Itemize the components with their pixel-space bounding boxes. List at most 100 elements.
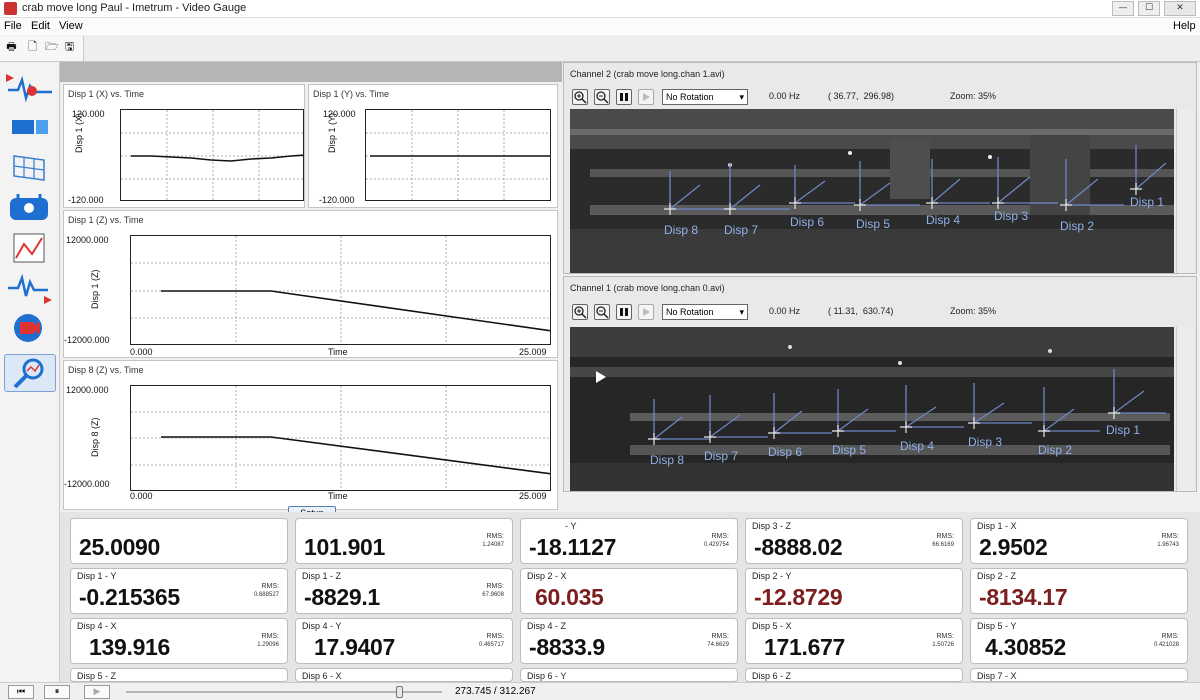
search-analyse-icon[interactable]: [4, 354, 56, 392]
cursor-coords: ( 11.31, 630.74): [828, 306, 894, 316]
readout-value: 4.30852: [985, 634, 1067, 660]
readout-box[interactable]: Disp 5 - X 171.677 RMS: 1.50726: [745, 618, 963, 664]
y-min-label: -120.000: [319, 195, 355, 205]
graph-title: Disp 8 (Z) vs. Time: [68, 365, 144, 375]
rms-label: RMS:: [261, 583, 280, 590]
readout-value: -18.1127: [529, 534, 617, 560]
close-button[interactable]: ✕: [1164, 1, 1196, 16]
rms-value: 0.421028: [1153, 642, 1179, 648]
readout-box[interactable]: Disp 2 - Y -12.8729: [745, 568, 963, 614]
play-button[interactable]: ▶: [84, 685, 110, 699]
open-folder-icon[interactable]: 🗁: [45, 41, 59, 53]
graph-disp1-y-panel[interactable]: Disp 1 (Y) vs. Time 120.000 -120.000 Dis…: [308, 84, 558, 208]
channel-2-panel: Channel 2 (crab move long.chan 1.avi) No…: [563, 62, 1197, 274]
vertical-scrollbar[interactable]: [1176, 327, 1194, 491]
readout-value: 25.0090: [79, 534, 161, 560]
target-label: Disp 1: [1106, 423, 1141, 437]
readout-box[interactable]: Disp 7 - X: [970, 668, 1188, 682]
minimize-button[interactable]: —: [1112, 1, 1134, 16]
graph-title: Disp 1 (Z) vs. Time: [68, 215, 144, 225]
rms-value: 0.688527: [253, 592, 279, 598]
skip-to-start-button[interactable]: ⏮: [8, 685, 34, 699]
rotation-select[interactable]: No Rotation ▾: [662, 304, 748, 320]
graph-disp1-z-panel[interactable]: Disp 1 (Z) vs. Time 12000.000 -12000.000…: [63, 210, 558, 358]
readout-value: 101.901: [304, 534, 386, 560]
menu-help[interactable]: Help: [1173, 20, 1196, 32]
readout-box[interactable]: - Y -18.1127 RMS: 0.429754: [520, 518, 738, 564]
signal-analysis-icon[interactable]: [4, 268, 56, 306]
graph-disp8-z-panel[interactable]: Disp 8 (Z) vs. Time 12000.000 -12000.000…: [63, 360, 558, 510]
readout-box[interactable]: Disp 1 - Y -0.215365 RMS: 0.688527: [70, 568, 288, 614]
plot-disp1-x: [120, 109, 304, 201]
target-label: Disp 7: [704, 449, 739, 463]
pause-button[interactable]: ⏸: [44, 685, 70, 699]
video-camera-icon[interactable]: [4, 308, 56, 346]
menu-view[interactable]: View: [59, 20, 83, 32]
readout-box[interactable]: Disp 4 - X 139.916 RMS: 1.29096: [70, 618, 288, 664]
zoom-level: Zoom: 35%: [950, 91, 997, 101]
zoom-in-icon[interactable]: [572, 304, 588, 320]
rms-value: 1.50726: [932, 642, 954, 648]
target-label: Disp 6: [768, 445, 803, 459]
y-max-label: 12000.000: [66, 235, 109, 245]
app-icon: [4, 2, 17, 15]
readout-label: Disp 6 - X: [302, 671, 342, 681]
timeline-slider-handle[interactable]: [396, 686, 403, 698]
waveform-record-icon[interactable]: [4, 68, 56, 106]
readout-box[interactable]: Disp 4 - Y 17.9407 RMS: 0.465717: [295, 618, 513, 664]
target-tracking-icon[interactable]: [4, 188, 56, 226]
rms-label: RMS:: [1161, 633, 1180, 640]
readout-label: Disp 1 - Z: [302, 571, 342, 581]
save-icon[interactable]: 🖫: [64, 41, 75, 53]
channel-1-video[interactable]: Disp 8 Disp 7 Disp 6 Disp 5 Disp 4 Disp …: [570, 327, 1174, 491]
menu-edit[interactable]: Edit: [31, 20, 50, 32]
zoom-in-icon[interactable]: [572, 89, 588, 105]
readout-box[interactable]: 101.901 RMS: 1.24087: [295, 518, 513, 564]
zoom-out-icon[interactable]: [594, 304, 610, 320]
target-label: Disp 2: [1038, 443, 1073, 457]
readout-box[interactable]: Disp 5 - Z: [70, 668, 288, 682]
readout-box[interactable]: Disp 6 - X: [295, 668, 513, 682]
print-icon[interactable]: 🖶: [6, 41, 17, 53]
play-icon[interactable]: [638, 304, 654, 320]
readout-label: Disp 1 - Y: [77, 571, 117, 581]
x-max-label: 25.009: [519, 491, 547, 501]
readout-value: 139.916: [89, 634, 171, 660]
readout-box[interactable]: Disp 3 - Z -8888.02 RMS: 66.6169: [745, 518, 963, 564]
menu-file[interactable]: File: [4, 20, 22, 32]
readout-box[interactable]: Disp 1 - X 2.9502 RMS: 1.96743: [970, 518, 1188, 564]
graph-disp1-x-panel[interactable]: Disp 1 (X) vs. Time 120.000 -120.000 Dis…: [63, 84, 305, 208]
readout-box[interactable]: Disp 2 - X 60.035: [520, 568, 738, 614]
readout-box[interactable]: Disp 1 - Z -8829.1 RMS: 67.9608: [295, 568, 513, 614]
pause-icon[interactable]: [616, 304, 632, 320]
readout-box[interactable]: Disp 6 - Z: [745, 668, 963, 682]
readout-box[interactable]: Disp 2 - Z -8134.17: [970, 568, 1188, 614]
left-dock: [0, 62, 60, 682]
vertical-scrollbar[interactable]: [1176, 109, 1194, 273]
target-label: Disp 4: [926, 213, 961, 227]
target-label: Disp 8: [664, 223, 699, 237]
channel-2-video[interactable]: Disp 8 Disp 7 Disp 6 Disp 5 Disp 4 Disp …: [570, 109, 1174, 273]
pause-icon[interactable]: [616, 89, 632, 105]
rotation-select[interactable]: No Rotation ▾: [662, 89, 748, 105]
rms-label: RMS:: [711, 533, 730, 540]
readout-box[interactable]: Disp 4 - Z -8833.9 RMS: 74.6629: [520, 618, 738, 664]
graph-view-icon[interactable]: [4, 228, 56, 266]
calibration-grid-icon[interactable]: [4, 148, 56, 186]
maximize-button[interactable]: ☐: [1138, 1, 1160, 16]
camera-rail-icon[interactable]: [4, 108, 56, 146]
target-label: Disp 7: [724, 223, 759, 237]
play-icon[interactable]: [638, 89, 654, 105]
readout-box[interactable]: 25.0090: [70, 518, 288, 564]
chevron-down-icon: ▾: [739, 307, 744, 317]
new-file-icon[interactable]: 🗋: [27, 41, 38, 53]
graph-title: Disp 1 (Y) vs. Time: [313, 89, 390, 99]
zoom-out-icon[interactable]: [594, 89, 610, 105]
menu-bar: File Edit View Help: [0, 18, 1200, 35]
y-axis-label: Disp 1 (Z): [90, 269, 100, 309]
title-bar: crab move long Paul - Imetrum - Video Ga…: [0, 0, 1200, 18]
readout-box[interactable]: Disp 5 - Y 4.30852 RMS: 0.421028: [970, 618, 1188, 664]
plot-disp8-z: [130, 385, 551, 491]
readout-box[interactable]: Disp 6 - Y: [520, 668, 738, 682]
timeline-track[interactable]: [126, 691, 442, 693]
